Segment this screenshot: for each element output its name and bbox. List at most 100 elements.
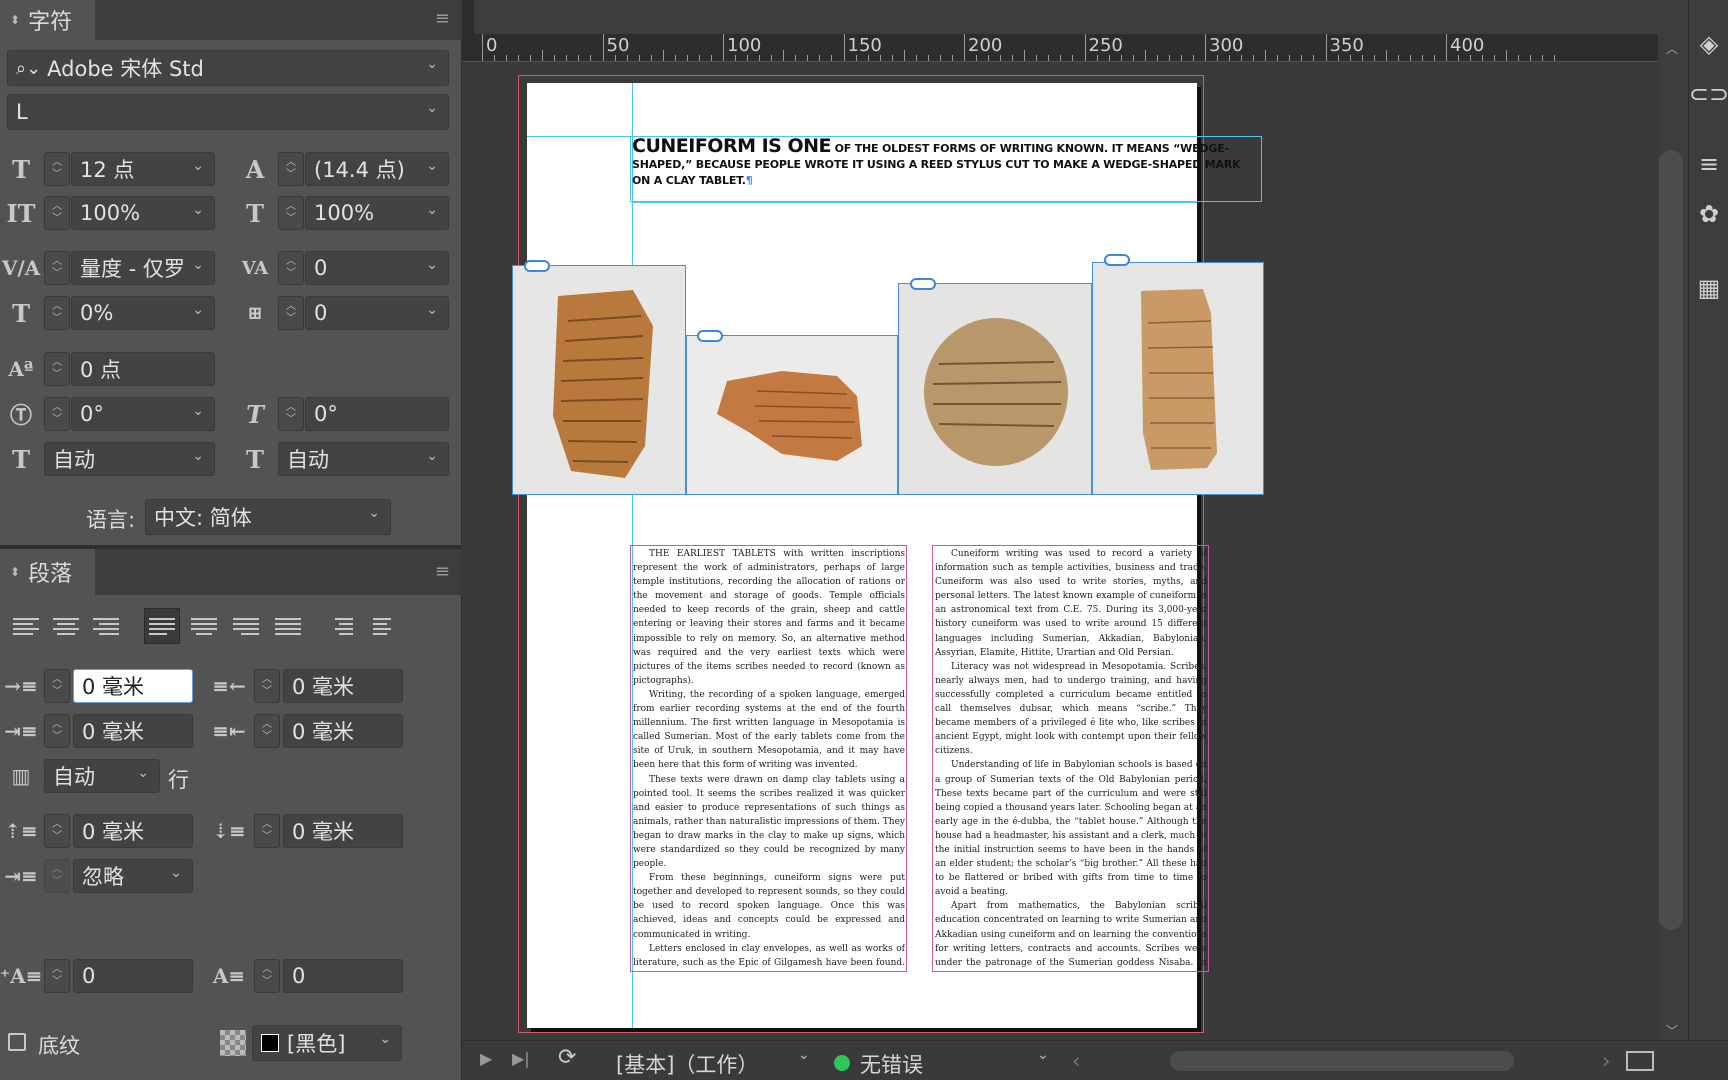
chevron-down-icon[interactable]: ⌄ [192, 448, 204, 464]
layers-icon[interactable]: ◈ [1693, 28, 1725, 60]
grid-spacing-stepper[interactable]: ︿ ﹀ [278, 296, 304, 330]
baseline-shift-field[interactable]: 0 点 [71, 352, 215, 386]
last-page-icon[interactable]: ▶| [512, 1049, 530, 1068]
heading-text[interactable]: CUNEIFORM IS ONE OF THE OLDEST FORMS OF … [632, 137, 1262, 189]
image-frame-tablet-4[interactable] [1092, 262, 1264, 495]
scroll-up-icon[interactable]: ︿ [1666, 40, 1678, 57]
language-select[interactable]: 中文: 简体 ⌄ [145, 499, 391, 535]
vertical-scale-stepper[interactable]: ︿ ﹀ [44, 196, 70, 230]
links-icon[interactable]: ⊂⊃ [1689, 78, 1728, 110]
tsume-field[interactable]: 0% ⌄ [71, 296, 215, 330]
right-indent-field[interactable]: 0 毫米 [283, 669, 403, 703]
paragraph-panel-tab[interactable]: ⬍ 段落 [0, 549, 95, 595]
justify-all-button[interactable] [270, 608, 306, 644]
skew-field[interactable]: 0° [305, 397, 449, 431]
horizontal-scale-field[interactable]: 100% ⌄ [305, 196, 449, 230]
space-between-field[interactable]: 忽略 ⌄ [73, 859, 193, 893]
scroll-left-icon[interactable]: ‹ [1072, 1049, 1080, 1073]
space-after-field[interactable]: 0 毫米 [283, 814, 403, 848]
vertical-scroll-thumb[interactable] [1659, 150, 1683, 930]
aki-left-field[interactable]: 自动 ⌄ [44, 442, 215, 476]
error-status-label[interactable]: 无错误 [860, 1049, 923, 1079]
font-size-field[interactable]: 12 点 ⌄ [71, 152, 215, 186]
skew-stepper[interactable]: ︿ ﹀ [278, 397, 304, 431]
align-away-from-spine-button[interactable] [366, 608, 402, 644]
left-indent-stepper[interactable]: ︿ ﹀ [44, 669, 70, 703]
chevron-down-icon[interactable]: ⌄ [426, 202, 438, 218]
color-icon[interactable]: ✿ [1693, 198, 1725, 230]
stroke-icon[interactable]: ≡ [1693, 148, 1725, 180]
link-icon[interactable] [1104, 254, 1130, 266]
link-icon[interactable] [910, 278, 936, 290]
first-line-indent-stepper[interactable]: ︿ ﹀ [44, 714, 70, 748]
leading-field[interactable]: (14.4 点) ⌄ [305, 152, 449, 186]
last-line-indent-field[interactable]: 0 毫米 [283, 714, 403, 748]
chevron-down-icon[interactable]: ⌄ [368, 505, 380, 521]
kerning-field[interactable]: 量度 - 仅罗 ⌄ [71, 251, 215, 285]
character-panel-tab[interactable]: ⬍ 字符 [0, 0, 95, 40]
align-toward-spine-button[interactable] [324, 608, 360, 644]
swatches-icon[interactable]: ▦ [1693, 272, 1725, 304]
align-left-button[interactable] [8, 608, 44, 644]
tracking-stepper[interactable]: ︿ ﹀ [278, 251, 304, 285]
vertical-scale-field[interactable]: 100% ⌄ [71, 196, 215, 230]
align-right-button[interactable] [88, 608, 124, 644]
image-frame-tablet-2[interactable] [686, 335, 898, 495]
aki-right-field[interactable]: 自动 ⌄ [278, 442, 449, 476]
swatch-grid-icon[interactable] [220, 1030, 246, 1056]
first-line-indent-field[interactable]: 0 毫米 [73, 714, 193, 748]
chevron-down-icon[interactable]: ⌄ [137, 765, 149, 781]
align-center-button[interactable] [48, 608, 84, 644]
body-column-1[interactable]: THE EARLIEST TABLETS with written inscri… [633, 547, 905, 970]
chevron-down-icon[interactable]: ⌄ [426, 56, 438, 72]
panel-menu-icon[interactable]: ≡ [435, 8, 450, 29]
drop-cap-chars-field[interactable]: 0 [283, 959, 403, 993]
chevron-down-icon[interactable]: ⌄ [426, 257, 438, 273]
space-after-stepper[interactable]: ︿ ﹀ [254, 814, 280, 848]
horizontal-ruler[interactable]: 0 50 100 150 200 250 300 350 400 [462, 34, 1658, 62]
chevron-down-icon[interactable]: ⌄ [798, 1047, 810, 1063]
shading-color-field[interactable]: [黑色] ⌄ [252, 1025, 402, 1061]
font-size-stepper[interactable]: ︿ ﹀ [44, 152, 70, 186]
shading-checkbox[interactable] [8, 1033, 26, 1051]
tsume-stepper[interactable]: ︿ ﹀ [44, 296, 70, 330]
horizontal-scale-stepper[interactable]: ︿ ﹀ [278, 196, 304, 230]
space-before-field[interactable]: 0 毫米 [73, 814, 193, 848]
chevron-down-icon[interactable]: ⌄ [426, 302, 438, 318]
font-style-field[interactable]: L ⌄ [7, 94, 449, 130]
drop-cap-lines-field[interactable]: 0 [73, 959, 193, 993]
collapse-arrow-icon[interactable]: ⬍ [10, 565, 20, 579]
ignore-stepper[interactable]: ︿ ﹀ [44, 859, 70, 893]
grid-spacing-field[interactable]: 0 ⌄ [305, 296, 449, 330]
link-icon[interactable] [697, 330, 723, 342]
link-icon[interactable] [524, 260, 550, 272]
scroll-right-icon[interactable]: › [1602, 1049, 1610, 1073]
rotation-field[interactable]: 0° ⌄ [71, 397, 215, 431]
workspace-label[interactable]: [基本]（工作） [616, 1049, 758, 1079]
split-view-icon[interactable] [1626, 1051, 1654, 1071]
image-frame-tablet-3[interactable] [898, 283, 1092, 495]
right-indent-stepper[interactable]: ︿ ﹀ [254, 669, 280, 703]
next-page-icon[interactable]: ▶ [480, 1049, 492, 1068]
tracking-field[interactable]: 0 ⌄ [305, 251, 449, 285]
justify-center-button[interactable] [186, 608, 222, 644]
image-frame-tablet-1[interactable] [512, 265, 686, 495]
kerning-stepper[interactable]: ︿ ﹀ [44, 251, 70, 285]
chevron-down-icon[interactable]: ⌄ [426, 158, 438, 174]
chevron-down-icon[interactable]: ⌄ [426, 448, 438, 464]
chevron-down-icon[interactable]: ⌄ [192, 202, 204, 218]
body-column-2[interactable]: Cuneiform writing was used to record a v… [935, 547, 1207, 970]
left-indent-field[interactable]: 0 毫米 [73, 669, 193, 703]
collapse-arrow-icon[interactable]: ⬍ [10, 13, 20, 27]
leading-stepper[interactable]: ︿ ﹀ [278, 152, 304, 186]
baseline-shift-stepper[interactable]: ︿ ﹀ [44, 352, 70, 386]
horizontal-scroll-thumb[interactable] [1170, 1051, 1514, 1071]
justify-left-button[interactable] [144, 608, 180, 644]
chevron-down-icon[interactable]: ⌄ [170, 865, 182, 881]
last-line-indent-stepper[interactable]: ︿ ﹀ [254, 714, 280, 748]
chevron-down-icon[interactable]: ⌄ [192, 403, 204, 419]
rotation-stepper[interactable]: ︿ ﹀ [44, 397, 70, 431]
justify-right-button[interactable] [228, 608, 264, 644]
chevron-down-icon[interactable]: ⌄ [1037, 1047, 1049, 1063]
drop-cap-chars-stepper[interactable]: ︿ ﹀ [254, 959, 280, 993]
